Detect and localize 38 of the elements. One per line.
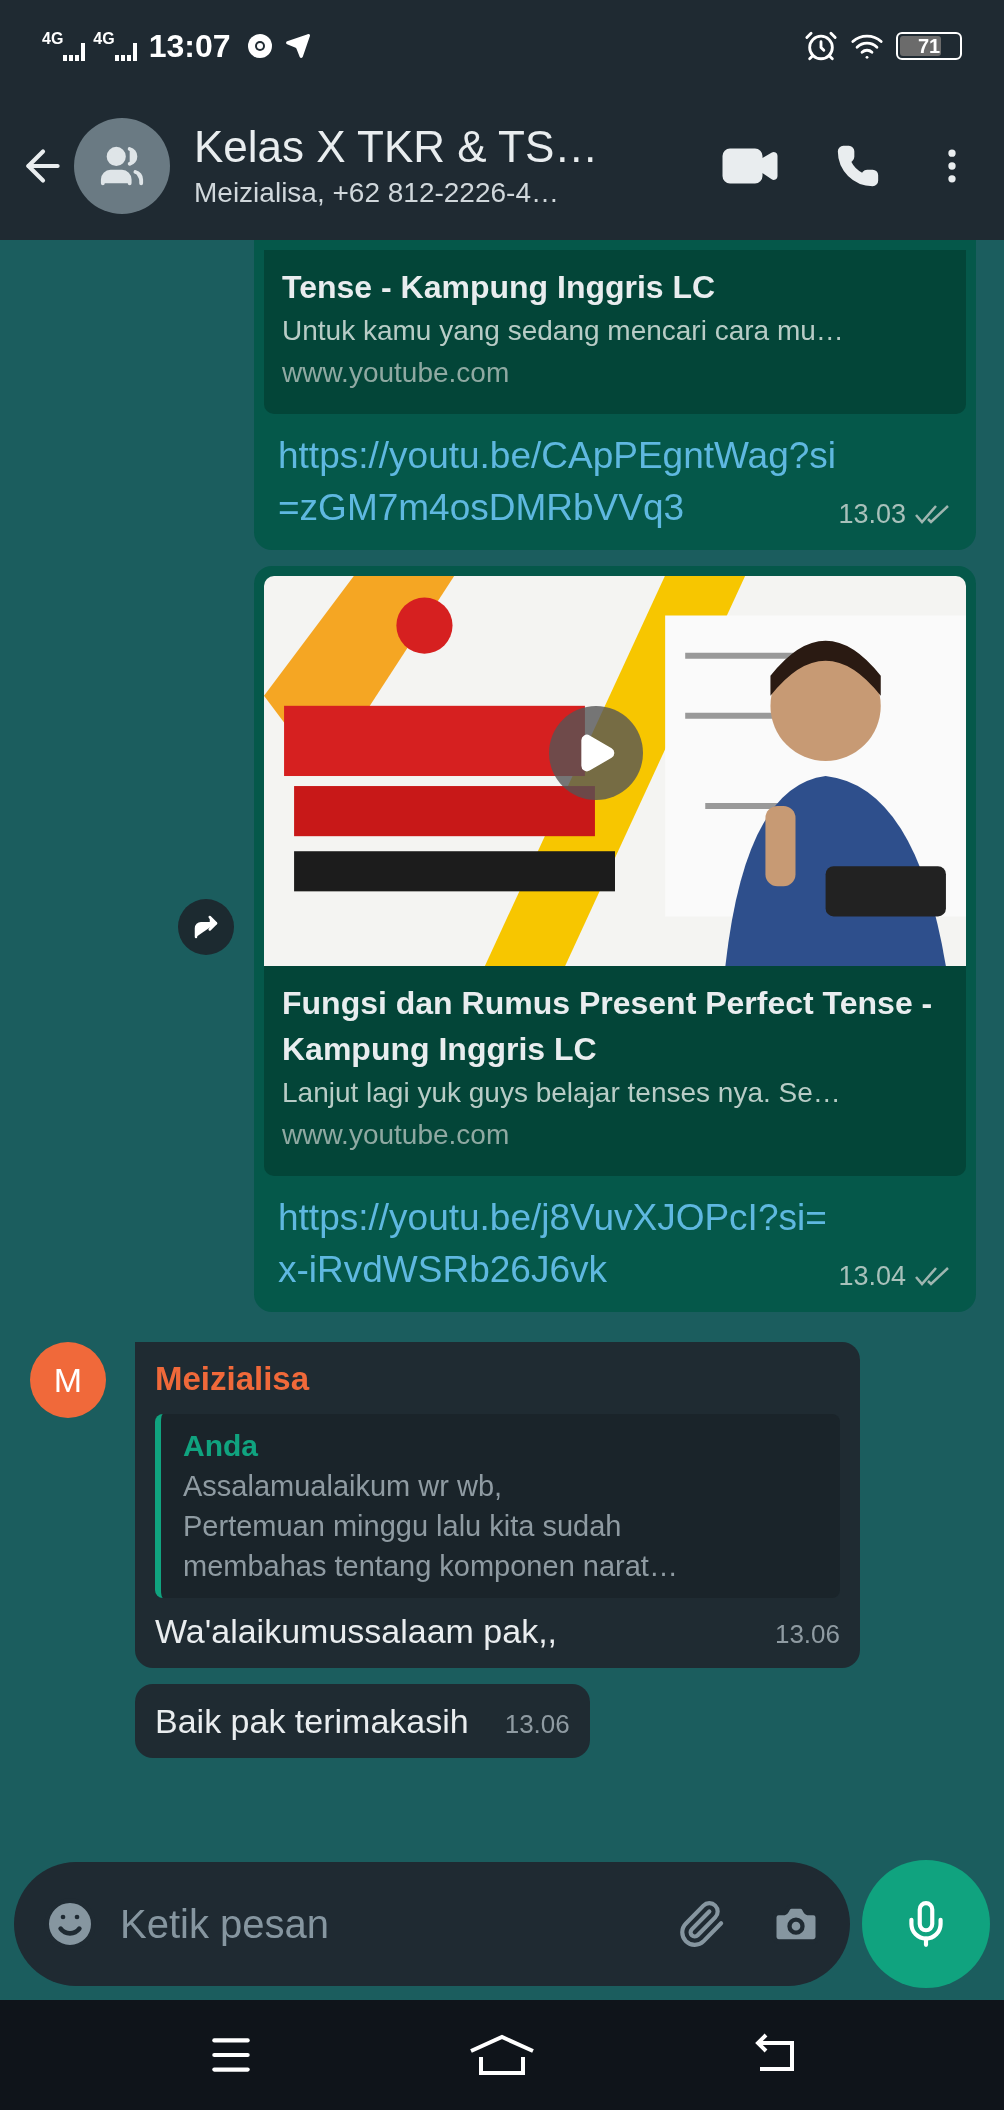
message-link[interactable]: https://youtu.be/CApPEgntWag?si=zGM7m4osDMRbVVq3 — [278, 430, 838, 534]
message-time: 13.06 — [774, 1618, 840, 1651]
avatar[interactable]: M — [30, 1342, 106, 1418]
message-input-field[interactable]: Ketik pesan — [120, 1894, 676, 1954]
send-icon — [284, 33, 311, 59]
message-time: 13.03 — [838, 497, 906, 531]
chat-title[interactable]: Kelas X TKR & TS… — [194, 120, 599, 174]
message-time: 13.04 — [838, 1259, 906, 1293]
quote-author: Anda — [183, 1428, 259, 1464]
battery-indicator: 71 — [896, 32, 962, 60]
preview-domain: www.youtube.com — [282, 356, 511, 390]
network-type: 4G — [93, 31, 115, 47]
signal-icon — [63, 41, 86, 61]
message-time: 13.06 — [504, 1708, 570, 1741]
home-icon[interactable] — [467, 2033, 537, 2077]
message-composer[interactable]: Ketik pesan — [14, 1862, 850, 1986]
link-preview-card[interactable]: Tense - Kampung Inggris LC Untuk kamu yang sedang mencari cara mu… www.youtube.com — [264, 250, 966, 414]
message-text: Wa'alaikumussalaam pak,, — [155, 1611, 558, 1652]
chat-subtitle: Meizialisa, +62 812-2226-4… — [194, 176, 560, 210]
preview-description: Untuk kamu yang sedang mencari cara mu… — [282, 314, 845, 348]
alarm-icon — [804, 29, 838, 63]
sender-name: Meizialisa — [155, 1359, 311, 1399]
preview-description: Lanjut lagi yuk guys belajar tenses nya. Se… — [282, 1076, 842, 1110]
clock: 13:07 — [148, 27, 231, 66]
preview-domain: www.youtube.com — [282, 1118, 511, 1152]
quote-text: Assalamualaikum wr wb, — [183, 1469, 504, 1504]
message-text: Baik pak terimakasih — [155, 1701, 469, 1742]
quoted-message[interactable]: Anda Assalamualaikum wr wb, Pertemuan minggu lalu kita sudah membahas tentang komponen narat… — [155, 1414, 840, 1598]
forward-button[interactable] — [178, 899, 234, 955]
preview-title: Tense - Kampung Inggris LC — [282, 268, 717, 307]
quote-text: membahas tentang komponen narat… — [183, 1549, 679, 1584]
phone-icon[interactable] — [836, 144, 880, 188]
quote-text: Pertemuan minggu lalu kita sudah — [183, 1509, 623, 1544]
signal-icon — [114, 41, 137, 61]
preview-title: Fungsi dan Rumus Present Perfect Tense - Kampung Inggris LC — [282, 984, 934, 1069]
network-type: 4G — [42, 31, 64, 47]
link-preview-card[interactable]: Fungsi dan Rumus Present Perfect Tense - Kampung Inggris LC Lanjut lagi yuk guys belajar tenses nya. Se… www.youtube.com — [264, 966, 966, 1176]
message-link[interactable]: https://youtu.be/j8VuvXJOPcI?si=x-iRvdWSRb26J6vk — [278, 1192, 838, 1296]
